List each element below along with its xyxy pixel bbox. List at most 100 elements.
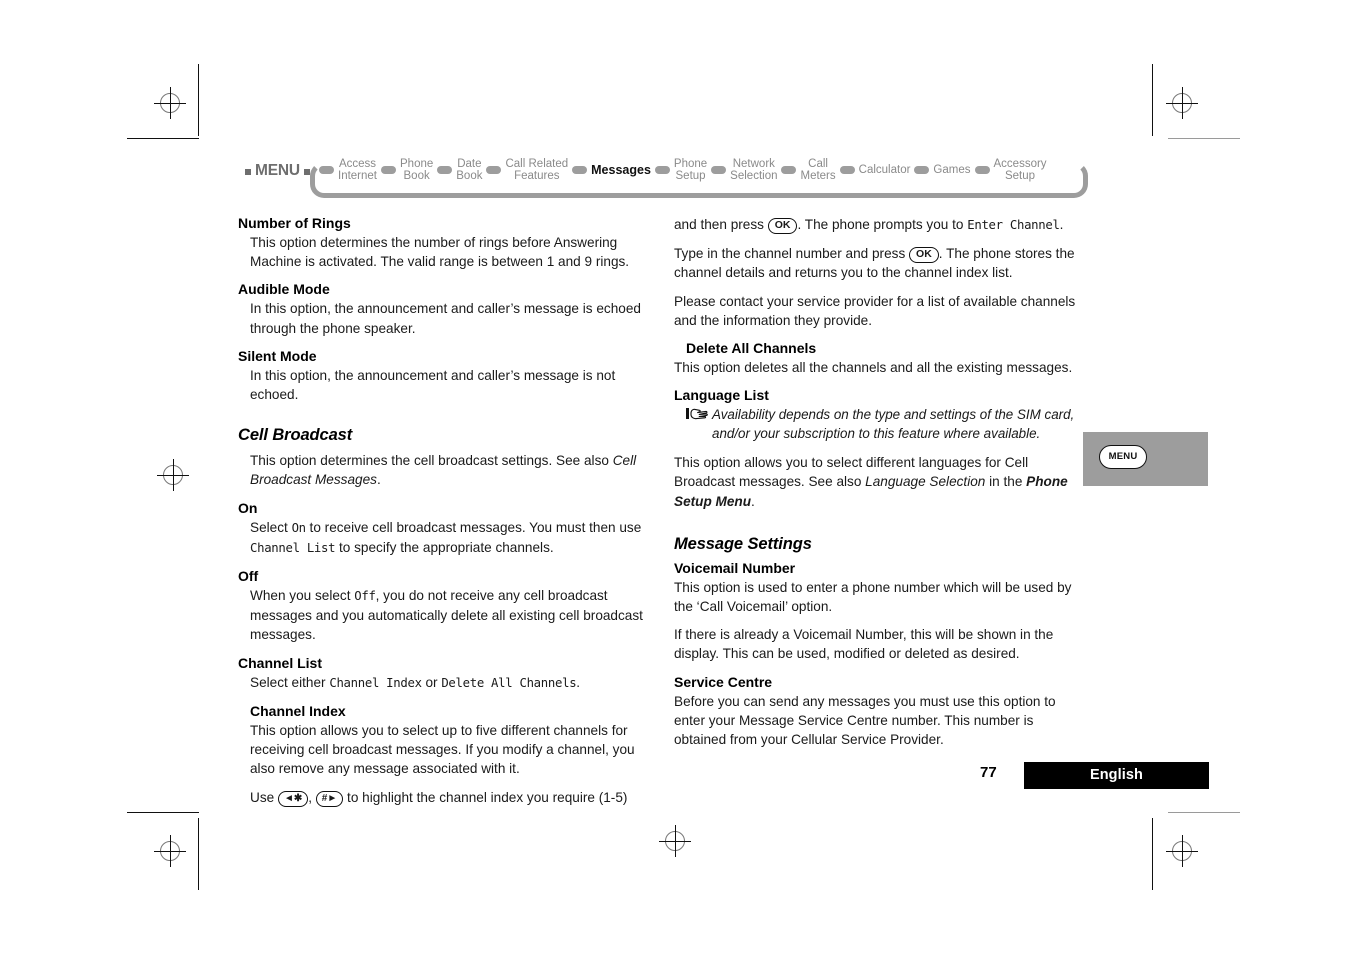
- crop-mark-bottom-right-horizontal: [1168, 812, 1240, 813]
- menu-map-item-access-internet[interactable]: Access Internet: [337, 158, 378, 183]
- body-channel-index: This option allows you to select up to f…: [250, 722, 635, 777]
- registration-mark-top-right: [1164, 85, 1200, 121]
- on-value-on: On: [291, 520, 307, 535]
- on-text-3: to specify the appropriate channels.: [335, 539, 554, 555]
- menu-map-connector-icon: [319, 166, 334, 174]
- continuation-text-1: and then press: [674, 217, 768, 232]
- language-badge: English: [1024, 762, 1209, 789]
- registration-mark-bottom-right: [1164, 833, 1200, 869]
- heading-off: Off: [238, 568, 259, 585]
- menu-map-items: Access Internet Phone Book Date Book Call R…: [316, 150, 1084, 190]
- registration-mark-bottom-left: [152, 833, 188, 869]
- menu-map-connector-icon: [381, 166, 396, 174]
- heading-number-of-rings: Number of Rings: [238, 215, 351, 231]
- ok-key-icon-1: OK: [767, 218, 798, 234]
- crop-mark-top-right-vertical: [1152, 64, 1153, 136]
- menu-map-label: MENU: [255, 162, 300, 179]
- crop-mark-top-left-vertical: [198, 64, 199, 136]
- body-off: When you select Off, you do not receive …: [250, 586, 650, 645]
- crop-mark-top-right-horizontal: [1168, 138, 1240, 139]
- heading-delete-all-channels: Delete All Channels: [686, 340, 817, 357]
- type-in-text-1: Type in the channel number and press: [674, 246, 910, 262]
- menu-map-connector-icon: [839, 166, 855, 174]
- use-keys-suffix: to highlight the channel index you requi…: [343, 790, 628, 806]
- registration-mark-bottom-center: [657, 823, 693, 859]
- left-column: Number of Rings This option determines t…: [238, 215, 650, 818]
- channel-list-text-3: .: [576, 674, 581, 690]
- menu-map-item-call-meters[interactable]: Call Meters: [799, 158, 836, 183]
- menu-map-connector-icon: [914, 166, 930, 174]
- menu-map-connector-icon: [974, 166, 990, 174]
- menu-map-item-calculator[interactable]: Calculator: [858, 164, 912, 177]
- menu-map-item-messages[interactable]: Messages: [590, 164, 652, 177]
- menu-map-connector-icon: [781, 166, 797, 174]
- body-audible-mode: In this option, the announcement and cal…: [250, 301, 641, 336]
- registration-mark-left-middle: [155, 457, 191, 493]
- body-language-list: This option allows you to select differe…: [674, 453, 1086, 511]
- heading-language-list: Language List: [674, 387, 769, 404]
- off-value-off: Off: [354, 589, 376, 604]
- on-text-2: to receive cell broadcast messages. You …: [305, 519, 642, 535]
- menu-map-item-phone-setup[interactable]: Phone Setup: [673, 158, 708, 183]
- body-voicemail-number-2: If there is already a Voicemail Number, …: [674, 627, 1054, 662]
- right-column: and then press OK. The phone prompts you…: [674, 215, 1086, 759]
- channel-list-value-delete-all: Delete All Channels: [441, 675, 577, 690]
- heading-voicemail-number: Voicemail Number: [674, 559, 796, 576]
- note-language-list: Availability depends on the type and set…: [686, 405, 1086, 443]
- channel-list-value-index: Channel Index: [329, 675, 422, 690]
- manual-page: MENU Access Internet Phone Book Date Book C…: [0, 0, 1351, 954]
- ok-key-icon-2: OK: [909, 247, 939, 264]
- thumb-tab-menu: MENU: [1083, 432, 1208, 486]
- heading-channel-list: Channel List: [238, 654, 323, 671]
- heading-service-centre: Service Centre: [674, 673, 773, 690]
- hash-key-icon: #►: [315, 791, 344, 808]
- on-text-1: Select: [250, 519, 292, 535]
- menu-map-connector-icon: [572, 166, 588, 174]
- menu-map-item-network-selection[interactable]: Network Selection: [729, 158, 778, 183]
- menu-key-icon: MENU: [1099, 445, 1147, 469]
- menu-map-item-accessory-setup[interactable]: Accessory Setup: [993, 158, 1048, 183]
- menu-map-item-call-related-features[interactable]: Call Related Features: [504, 158, 569, 183]
- menu-map-connector-icon: [711, 166, 727, 174]
- menu-map-connector-icon: [654, 166, 670, 174]
- page-number: 77: [980, 764, 997, 781]
- use-keys-separator: ,: [308, 790, 316, 806]
- language-list-text-2: in the: [985, 474, 1027, 490]
- crop-mark-bottom-left-horizontal: [127, 812, 199, 813]
- body-channel-list: Select either Channel Index or Delete Al…: [250, 673, 650, 693]
- heading-channel-index: Channel Index: [250, 702, 346, 719]
- star-key-icon: ◄✱: [277, 791, 309, 808]
- body-number-of-rings: This option determines the number of rin…: [250, 235, 630, 270]
- menu-map-item-phone-book[interactable]: Phone Book: [399, 158, 434, 183]
- note-language-list-text: Availability depends on the type and set…: [712, 407, 1075, 442]
- crop-mark-bottom-left-vertical: [198, 818, 199, 890]
- menu-map-item-games[interactable]: Games: [932, 164, 971, 177]
- prompt-enter-channel: Enter Channel: [967, 218, 1060, 232]
- heading-audible-mode: Audible Mode: [238, 281, 330, 298]
- heading-cell-broadcast: Cell Broadcast: [238, 426, 353, 445]
- crop-mark-top-left-horizontal: [127, 138, 199, 139]
- menu-map: MENU Access Internet Phone Book Date Book C…: [238, 150, 1088, 200]
- use-keys-prefix: Use: [250, 790, 278, 806]
- body-service-centre: Before you can send any messages you mus…: [674, 693, 1056, 748]
- language-list-text-3: .: [751, 493, 755, 509]
- heading-message-settings: Message Settings: [674, 534, 812, 553]
- body-on: Select On to receive cell broadcast mess…: [250, 518, 650, 558]
- on-value-channel-list: Channel List: [250, 540, 336, 555]
- cell-broadcast-text-1: This option determines the cell broadcas…: [250, 453, 613, 469]
- language-selection-xref: Language Selection: [865, 474, 986, 490]
- continuation-text-2: . The phone prompts you to: [797, 217, 968, 232]
- heading-silent-mode: Silent Mode: [238, 347, 317, 364]
- menu-map-item-date-book[interactable]: Date Book: [455, 158, 483, 183]
- body-delete-all-channels: This option deletes all the channels and…: [674, 360, 1073, 376]
- body-silent-mode: In this option, the announcement and cal…: [250, 367, 616, 403]
- menu-bullet-left-icon: [245, 169, 251, 175]
- menu-map-connector-icon: [437, 166, 453, 174]
- body-continuation: and then press OK. The phone prompts you…: [674, 215, 1086, 235]
- continuation-text-3: .: [1059, 217, 1064, 232]
- body-cell-broadcast: This option determines the cell broadcas…: [250, 451, 650, 489]
- registration-mark-top-left: [152, 85, 188, 121]
- body-voicemail-number-1: This option is used to enter a phone num…: [674, 579, 1072, 615]
- channel-list-text-2: or: [421, 674, 442, 690]
- menu-map-connector-icon: [486, 166, 502, 174]
